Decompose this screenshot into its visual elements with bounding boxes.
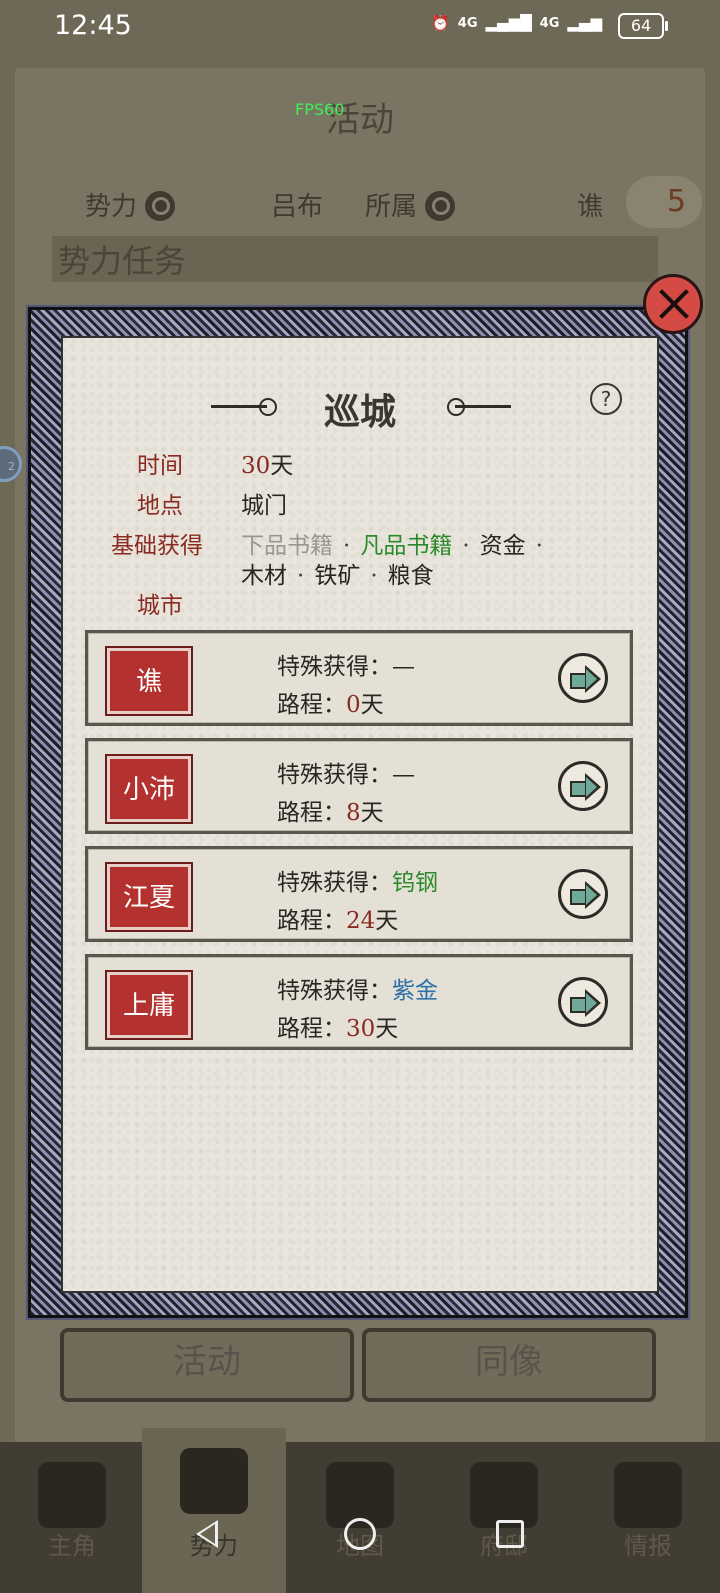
city-seal: 上庸 (105, 970, 193, 1040)
flag-icon (180, 1448, 248, 1514)
home-icon[interactable] (344, 1518, 376, 1550)
go-arrow-button[interactable] (558, 977, 608, 1027)
faction-search-icon[interactable] (145, 191, 175, 221)
status-icons: ⏰ 4G ▂▄▆█ 4G ▂▄▆ (431, 14, 602, 32)
dialog-paper: 巡城 ? 时间 30天 地点 城门 基础获得 下品书籍 · 凡品书籍 · 资金 · 木材 ·… (61, 336, 659, 1293)
portrait-button[interactable]: 同像 (362, 1328, 656, 1402)
base-rewards-line-2: 木材 · 铁矿 · 粮食 (241, 563, 434, 589)
go-arrow-button[interactable] (558, 761, 608, 811)
dialog-title: 巡城 (323, 391, 396, 433)
city-label: 城市 (137, 593, 183, 619)
belong-filter-value[interactable]: 谯 (577, 186, 603, 223)
route-days: 路程：24天 (277, 908, 399, 934)
city-seal: 江夏 (105, 862, 193, 932)
signal-1-icon: 4G (457, 15, 478, 31)
special-reward: 特殊获得：— (277, 654, 415, 680)
city-row: 小沛 特殊获得：— 路程：8天 (85, 738, 633, 834)
cloud-count-badge: 5 (626, 176, 702, 228)
faction-filter-value[interactable]: 吕布 (271, 186, 323, 223)
patrol-dialog: 巡城 ? 时间 30天 地点 城门 基础获得 下品书籍 · 凡品书籍 · 资金 · 木材 ·… (28, 307, 688, 1318)
route-days: 路程：8天 (277, 800, 384, 826)
fps-counter: FPS60 (295, 100, 345, 119)
reward-item: 铁矿 (314, 563, 361, 589)
route-days: 路程：0天 (277, 692, 384, 718)
city-row: 江夏 特殊获得：钨钢 路程：24天 (85, 846, 633, 942)
close-button[interactable] (643, 274, 703, 334)
special-reward: 特殊获得：紫金 (277, 978, 438, 1004)
status-bar: 12:45 ⏰ 4G ▂▄▆█ 4G ▂▄▆ 64 (0, 0, 720, 52)
place-value: 城门 (241, 493, 287, 519)
go-arrow-button[interactable] (558, 653, 608, 703)
signal-2-icon: 4G (539, 15, 560, 31)
section-title: 势力任务 (52, 236, 658, 282)
signal-bars-2-icon: ▂▄▆ (567, 14, 602, 32)
back-icon[interactable] (196, 1520, 218, 1548)
title-ornament-right (455, 405, 511, 408)
time-label: 时间 (137, 453, 183, 479)
time-value: 30天 (241, 446, 293, 480)
route-days: 路程：30天 (277, 1016, 399, 1042)
city-seal: 谯 (105, 646, 193, 716)
time-number: 30 (241, 453, 271, 479)
special-reward: 特殊获得：— (277, 762, 415, 788)
faction-filter-label: 势力 (85, 192, 138, 222)
base-rewards-label: 基础获得 (111, 533, 203, 559)
alarm-icon: ⏰ (431, 14, 450, 32)
activity-button[interactable]: 活动 (60, 1328, 354, 1402)
place-label: 地点 (137, 493, 183, 519)
time-unit: 天 (270, 453, 294, 479)
filter-row: 势力 吕布 所属 谯 (85, 186, 685, 226)
city-row: 谯 特殊获得：— 路程：0天 (85, 630, 633, 726)
clock: 12:45 (54, 10, 132, 41)
reward-item: 木材 (241, 563, 287, 589)
city-row: 上庸 特殊获得：紫金 路程：30天 (85, 954, 633, 1050)
city-seal: 小沛 (105, 754, 193, 824)
recents-icon[interactable] (496, 1520, 524, 1548)
system-nav-bar (0, 1512, 720, 1562)
belong-search-icon[interactable] (425, 191, 455, 221)
reward-item: 粮食 (387, 563, 434, 589)
belong-filter-label: 所属 (365, 192, 418, 222)
help-button[interactable]: ? (590, 383, 622, 415)
base-rewards-line-1: 下品书籍 · 凡品书籍 · 资金 · (241, 533, 543, 559)
special-reward: 特殊获得：钨钢 (277, 870, 438, 896)
battery-icon: 64 (618, 13, 668, 39)
signal-bars-1-icon: ▂▄▆█ (485, 14, 532, 32)
go-arrow-button[interactable] (558, 869, 608, 919)
tab-faction[interactable]: 势力 (142, 1428, 286, 1593)
background-page-title: 活动 (326, 100, 394, 140)
